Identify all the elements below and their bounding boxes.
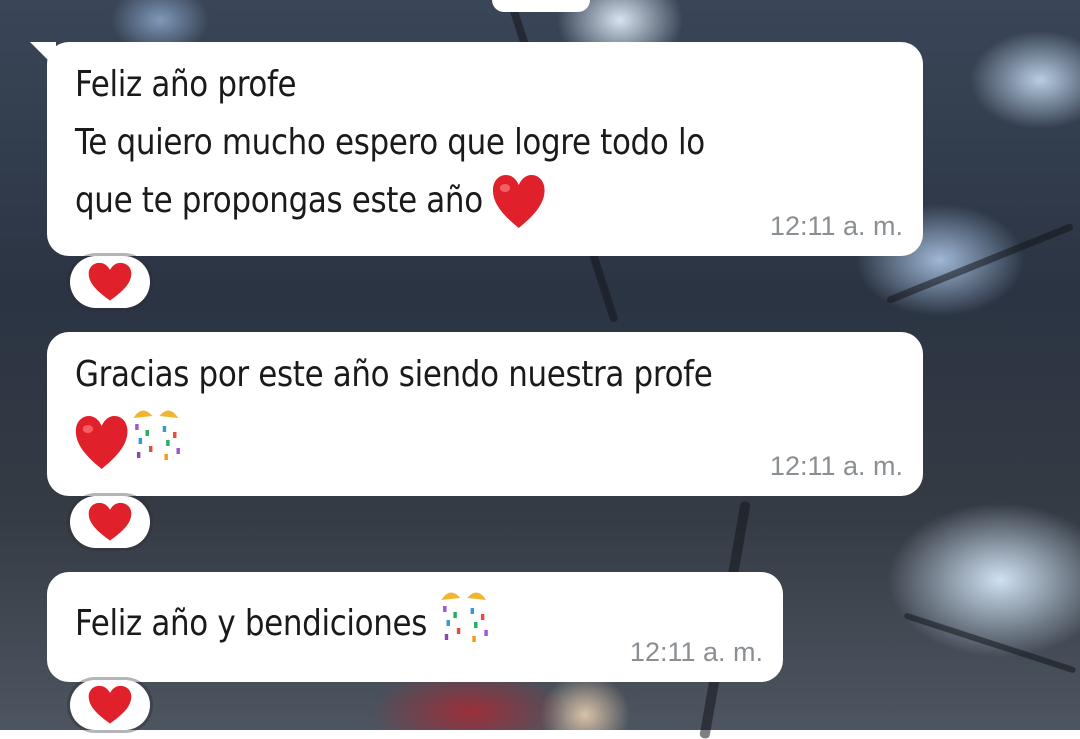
message-bubble[interactable]: Feliz año profe Te quiero mucho espero q… — [47, 42, 923, 256]
message-bubble[interactable]: Feliz año y bendiciones 12:11 a. m. — [47, 572, 783, 682]
heart-emoji-icon — [88, 262, 132, 302]
message-text: Feliz año profe Te quiero mucho espero q… — [75, 56, 918, 230]
previous-bubble-edge — [492, 0, 590, 12]
message-bubble[interactable]: Gracias por este año siendo nuestra prof… — [47, 332, 923, 496]
party-popper-icon — [128, 404, 183, 482]
reaction-badge[interactable] — [70, 680, 150, 730]
heart-emoji-icon — [492, 174, 545, 230]
heart-emoji-icon — [88, 685, 132, 725]
message-timestamp: 12:11 a. m. — [769, 211, 903, 241]
wallpaper-branch — [903, 612, 1077, 674]
reaction-badge[interactable] — [70, 256, 150, 308]
heart-emoji-icon — [88, 502, 132, 542]
message-timestamp: 12:11 a. m. — [769, 451, 903, 481]
message-text: Feliz año y bendiciones — [75, 586, 918, 664]
message-timestamp: 12:11 a. m. — [629, 637, 763, 667]
heart-emoji-icon — [75, 415, 128, 471]
reaction-badge[interactable] — [70, 496, 150, 548]
party-popper-icon — [437, 586, 492, 664]
